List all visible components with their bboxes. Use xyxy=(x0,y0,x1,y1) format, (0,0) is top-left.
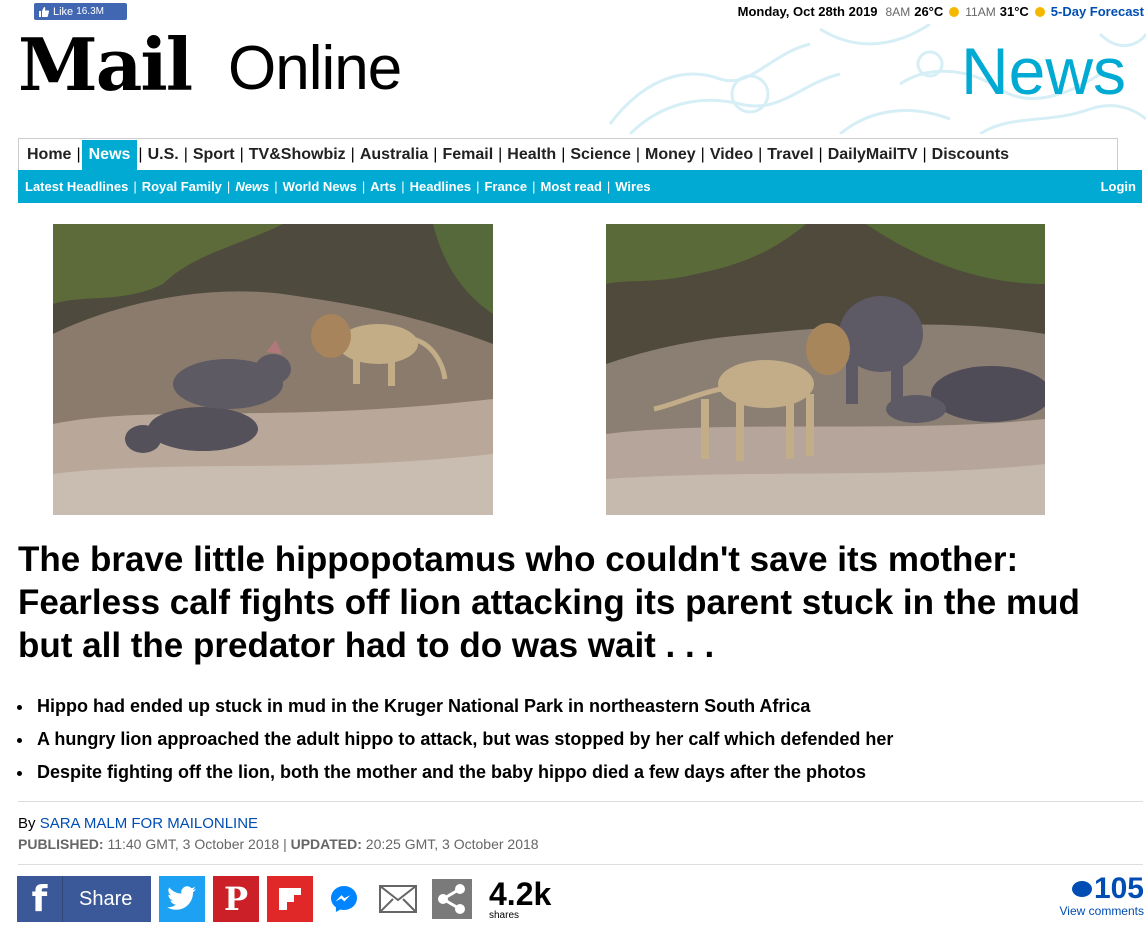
forecast-link[interactable]: 5-Day Forecast xyxy=(1051,4,1144,19)
subnav-item-arts[interactable]: Arts xyxy=(370,179,396,194)
nav-item-science[interactable]: Science xyxy=(566,140,634,170)
more-share-button[interactable] xyxy=(429,876,475,922)
sun-icon xyxy=(1034,6,1045,17)
byline: By SARA MALM FOR MAILONLINE xyxy=(18,815,258,832)
comments-count: 105 xyxy=(1093,872,1144,905)
secondary-nav: Latest Headlines | Royal Family | News | World… xyxy=(18,170,1142,203)
nav-item-sport[interactable]: Sport xyxy=(189,140,239,170)
summary-bullet: Despite fighting off the lion, both the … xyxy=(14,756,1134,789)
messenger-icon xyxy=(331,886,357,912)
weather-temp-1: 26°C xyxy=(914,4,944,19)
nav-item-money[interactable]: Money xyxy=(641,140,700,170)
subnav-separator: | xyxy=(226,179,231,194)
subnav-separator: | xyxy=(274,179,278,194)
subnav-item-world-news[interactable]: World News xyxy=(283,179,357,194)
summary-bullet: A hungry lion approached the adult hippo… xyxy=(14,723,1134,756)
weather-time-1: 8AM xyxy=(885,4,911,19)
current-date: Monday, Oct 28th 2019 xyxy=(737,4,878,19)
facebook-share-button[interactable]: f Share xyxy=(17,876,151,922)
byline-prefix: By xyxy=(18,815,36,832)
subnav-item-headlines[interactable]: Headlines xyxy=(410,179,471,194)
nav-item-health[interactable]: Health xyxy=(503,140,560,170)
like-count: 16.3M xyxy=(76,6,104,17)
article-summary-list: Hippo had ended up stuck in mud in the K… xyxy=(14,690,1134,789)
thumbs-up-icon xyxy=(39,6,50,17)
nav-item-travel[interactable]: Travel xyxy=(763,140,817,170)
nav-item-u-s-[interactable]: U.S. xyxy=(144,140,183,170)
nav-item-tv-showbiz[interactable]: TV&Showbiz xyxy=(245,140,350,170)
subnav-separator: | xyxy=(401,179,405,194)
login-link[interactable]: Login xyxy=(1101,179,1136,194)
lion-hippo-photo xyxy=(606,224,1045,515)
like-label: Like xyxy=(53,5,74,18)
view-comments-label: View comments xyxy=(1059,904,1144,918)
facebook-icon: f xyxy=(17,876,63,922)
article-photo-right[interactable] xyxy=(606,224,1045,515)
online-logo[interactable]: Online xyxy=(228,38,402,100)
subnav-separator: | xyxy=(361,179,366,194)
share-count-label: shares xyxy=(489,909,520,921)
divider xyxy=(18,864,1143,865)
flipboard-icon xyxy=(279,888,301,910)
nav-item-australia[interactable]: Australia xyxy=(356,140,432,170)
subnav-item-most-read[interactable]: Most read xyxy=(540,179,601,194)
subnav-item-royal-family[interactable]: Royal Family xyxy=(142,179,222,194)
email-share-button[interactable] xyxy=(375,876,421,922)
messenger-share-button[interactable] xyxy=(321,876,367,922)
divider xyxy=(18,801,1143,802)
nav-item-news[interactable]: News xyxy=(81,139,138,170)
nav-item-home[interactable]: Home xyxy=(23,140,75,170)
facebook-like-button[interactable]: Like 16.3M xyxy=(34,3,127,20)
lion-hippo-photo xyxy=(53,224,493,515)
share-icon xyxy=(432,879,472,919)
nav-item-video[interactable]: Video xyxy=(706,140,757,170)
comments-link[interactable]: 105 View comments xyxy=(1059,872,1144,919)
weather-bar: Monday, Oct 28th 2019 8AM 26°C 11AM 31°C… xyxy=(738,4,1144,19)
published-label: PUBLISHED: xyxy=(18,836,104,852)
sun-icon xyxy=(949,6,960,17)
date-separator: | xyxy=(283,836,287,852)
weather-time-2: 11AM xyxy=(965,4,996,19)
flipboard-share-button[interactable] xyxy=(267,876,313,922)
article-headline: The brave little hippopotamus who couldn… xyxy=(18,540,1080,665)
masthead: Mail Online News xyxy=(0,24,1146,134)
subnav-item-wires[interactable]: Wires xyxy=(615,179,650,194)
mail-logo[interactable]: Mail xyxy=(18,29,193,101)
updated-date: 20:25 GMT, 3 October 2018 xyxy=(365,836,539,852)
subnav-item-news[interactable]: News xyxy=(235,179,269,194)
pinterest-share-button[interactable]: P xyxy=(213,876,259,922)
summary-bullet: Hippo had ended up stuck in mud in the K… xyxy=(14,690,1134,723)
subnav-separator: | xyxy=(133,179,137,194)
twitter-share-button[interactable] xyxy=(159,876,205,922)
top-bar: Like 16.3M Monday, Oct 28th 2019 8AM 26°… xyxy=(0,0,1146,24)
comment-bubble-icon xyxy=(1071,881,1092,897)
nav-item-femail[interactable]: Femail xyxy=(438,140,497,170)
subnav-item-france[interactable]: France xyxy=(484,179,527,194)
twitter-icon xyxy=(167,886,196,910)
article-photo-left[interactable] xyxy=(53,224,493,515)
email-icon xyxy=(379,885,417,913)
article-dates: PUBLISHED: 11:40 GMT, 3 October 2018 | U… xyxy=(18,836,539,852)
pinterest-icon: P xyxy=(223,880,249,918)
subnav-separator: | xyxy=(532,179,536,194)
facebook-share-label: Share xyxy=(79,887,133,910)
share-bar: f Share P 4.2k shares xyxy=(17,876,551,922)
updated-label: UPDATED: xyxy=(290,836,362,852)
weather-temp-2: 31°C xyxy=(999,4,1029,19)
subnav-separator: | xyxy=(476,179,480,194)
primary-nav: Home | News | U.S. | Sport | TV&Showbiz | Australi… xyxy=(18,138,1118,170)
nav-item-dailymailtv[interactable]: DailyMailTV xyxy=(824,140,922,170)
nav-item-discounts[interactable]: Discounts xyxy=(928,140,1013,170)
channel-title[interactable]: News xyxy=(961,38,1126,104)
subnav-item-latest-headlines[interactable]: Latest Headlines xyxy=(25,179,128,194)
share-count: 4.2k shares xyxy=(489,878,551,921)
published-date: 11:40 GMT, 3 October 2018 xyxy=(107,836,280,852)
subnav-separator: | xyxy=(606,179,611,194)
share-count-number: 4.2k xyxy=(489,875,552,912)
author-link[interactable]: SARA MALM FOR MAILONLINE xyxy=(40,815,258,832)
